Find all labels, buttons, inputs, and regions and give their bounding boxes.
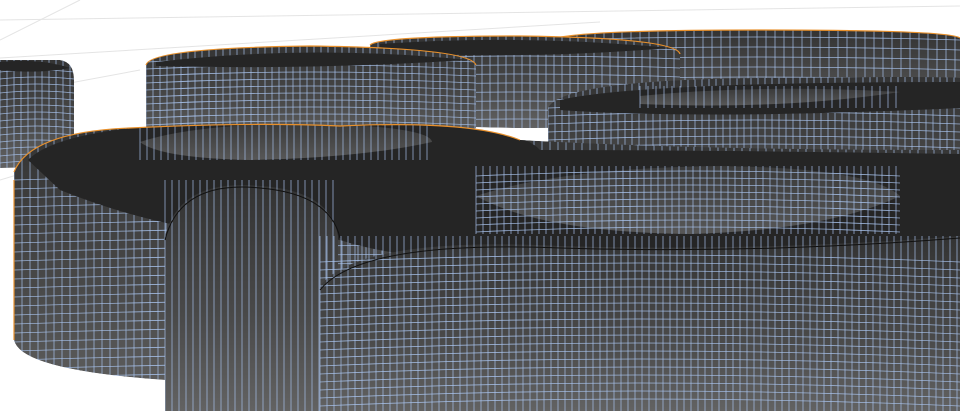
mesh-render bbox=[0, 0, 960, 411]
mesh-front bbox=[14, 124, 960, 411]
3d-viewport[interactable] bbox=[0, 0, 960, 411]
wire-vertical-lines bbox=[475, 166, 897, 234]
